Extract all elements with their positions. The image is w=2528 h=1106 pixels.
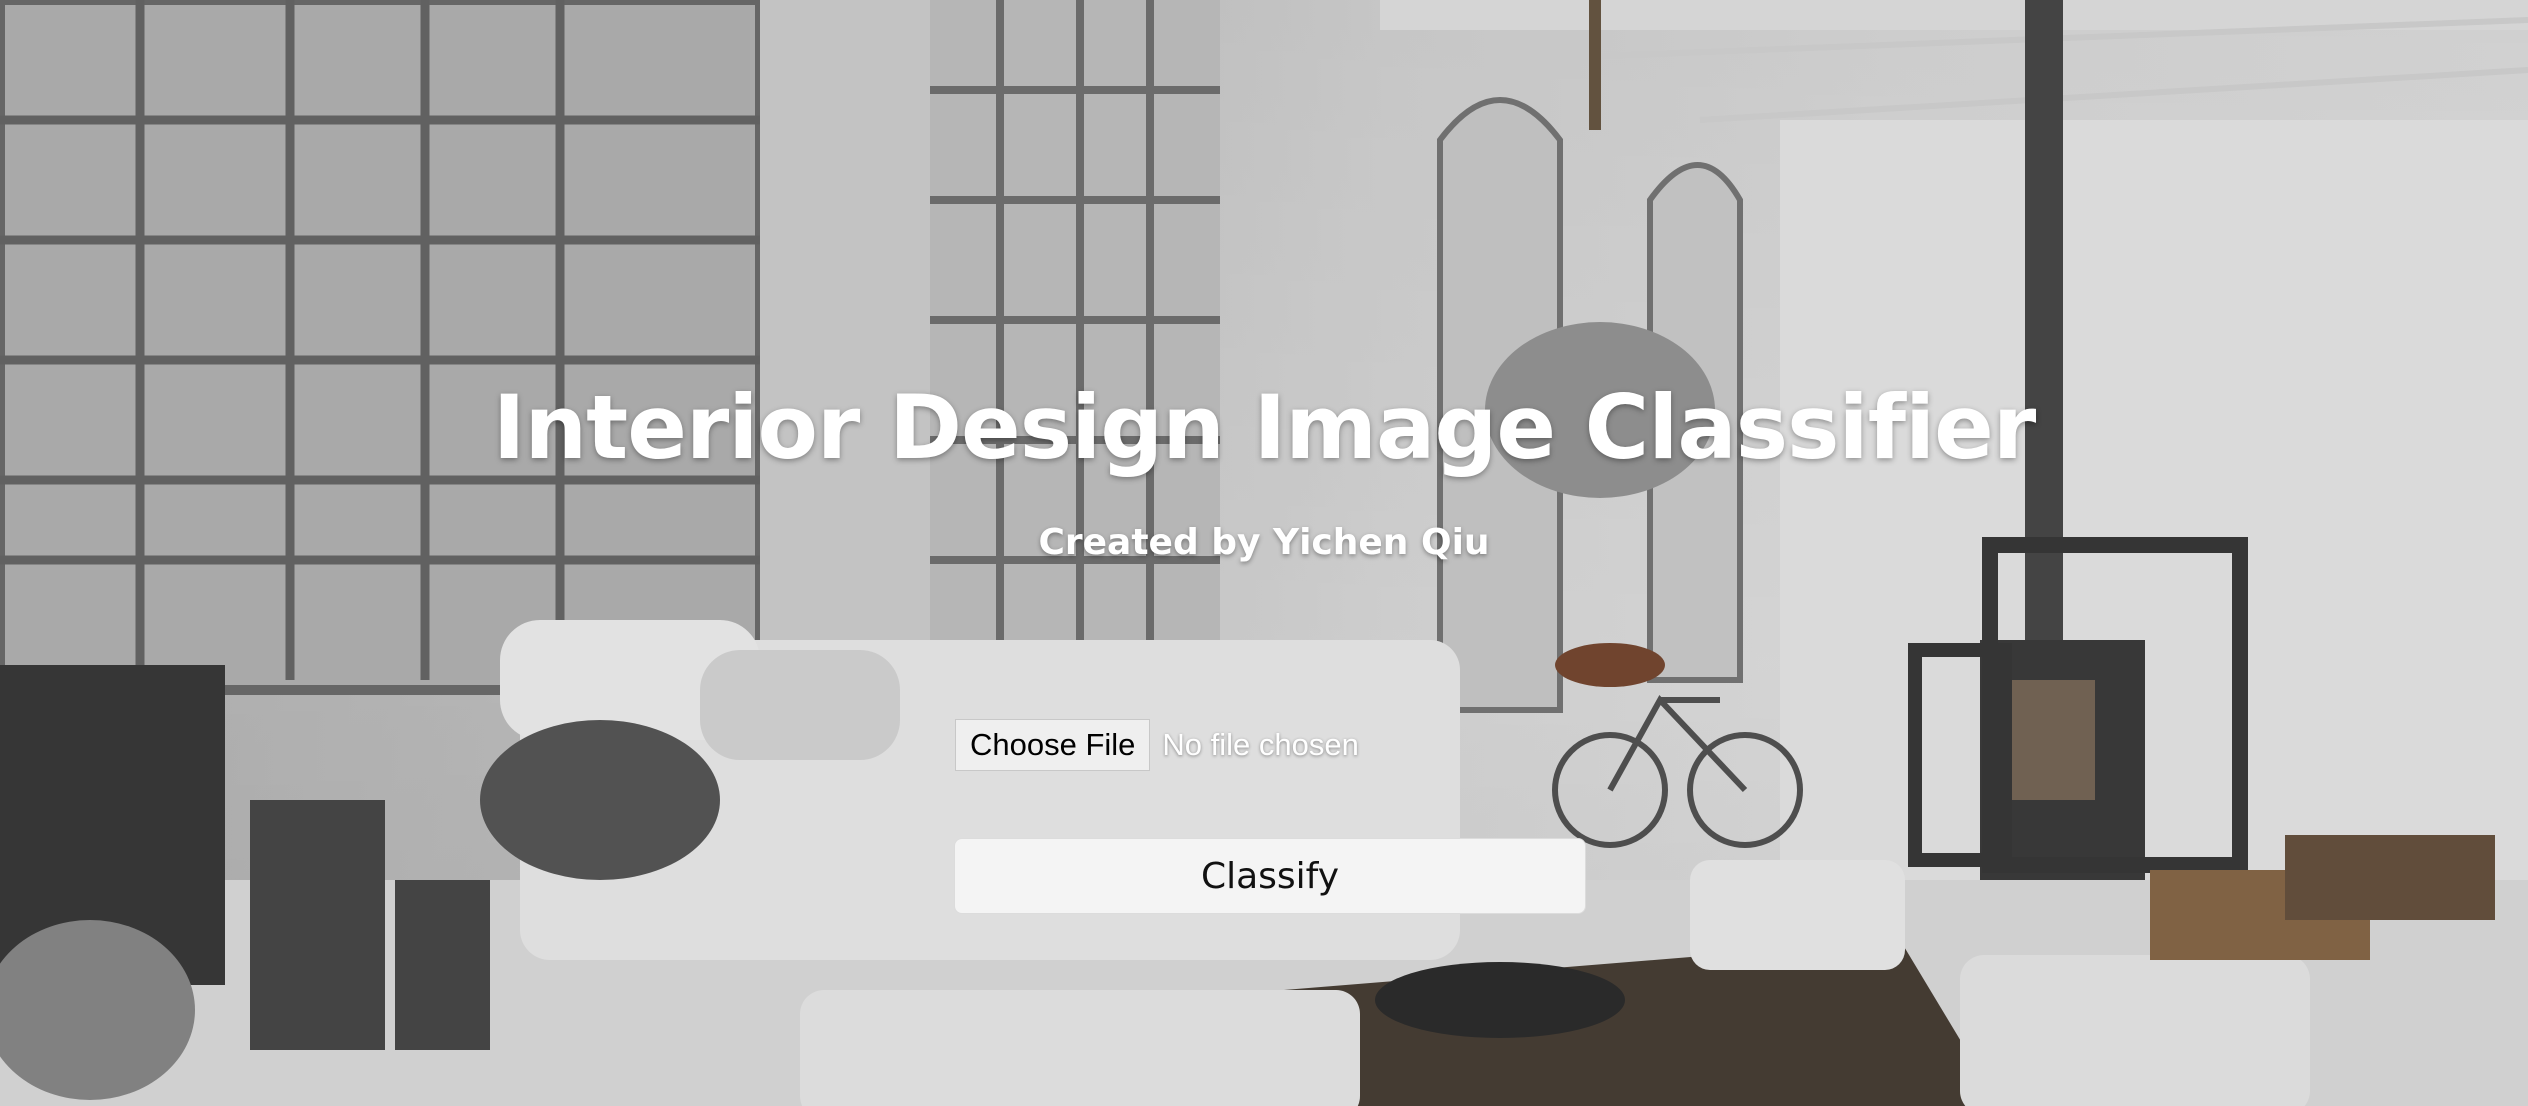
author-credit: Created by Yichen Qiu <box>1038 522 1490 563</box>
file-input[interactable]: Choose File No file chosen <box>955 719 1359 771</box>
page-title: Interior Design Image Classifier <box>492 376 2036 479</box>
file-status-text: No file chosen <box>1162 727 1359 762</box>
page: Interior Design Image Classifier Created… <box>0 0 2528 1106</box>
choose-file-button[interactable]: Choose File <box>955 719 1151 771</box>
classify-button[interactable]: Classify <box>954 838 1586 914</box>
